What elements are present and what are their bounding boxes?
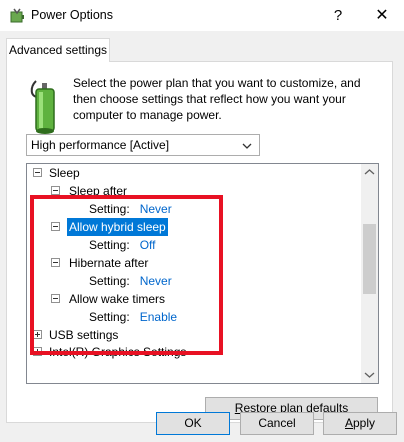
- tree-item-label-selected: Allow hybrid sleep: [67, 218, 168, 236]
- setting-row-wake-timers[interactable]: Setting: Enable: [89, 308, 177, 326]
- collapse-icon[interactable]: [51, 186, 60, 195]
- title-bar: Power Options ? ✕: [0, 0, 404, 31]
- ok-button[interactable]: OK: [156, 412, 230, 435]
- instructions-text: Select the power plan that you want to c…: [73, 76, 361, 122]
- collapse-icon[interactable]: [51, 294, 60, 303]
- power-plan-select[interactable]: High performance [Active]: [26, 134, 260, 156]
- setting-row-hybrid-sleep[interactable]: Setting: Off: [89, 236, 156, 254]
- setting-label: Setting:: [89, 202, 137, 216]
- tree-item-label: USB settings: [49, 328, 119, 342]
- expand-icon[interactable]: [33, 330, 42, 339]
- tree-item-label: Intel(R) Graphics Settings: [49, 345, 187, 359]
- scroll-down-icon[interactable]: [361, 366, 378, 383]
- setting-label: Setting:: [89, 238, 137, 252]
- tab-advanced-settings[interactable]: Advanced settings: [6, 38, 110, 62]
- setting-row-hibernate-after[interactable]: Setting: Never: [89, 272, 172, 290]
- collapse-icon[interactable]: [33, 168, 42, 177]
- chevron-down-icon[interactable]: [241, 138, 253, 154]
- setting-value[interactable]: Never: [140, 202, 172, 216]
- close-icon[interactable]: ✕: [362, 0, 402, 31]
- setting-value[interactable]: Enable: [140, 310, 177, 324]
- apply-button[interactable]: Apply: [323, 412, 397, 435]
- setting-label: Setting:: [89, 274, 137, 288]
- power-options-icon: [10, 8, 24, 23]
- help-icon[interactable]: ?: [318, 0, 358, 31]
- button-label: pply: [353, 416, 376, 430]
- expand-icon[interactable]: [33, 347, 42, 356]
- setting-row-sleep-after[interactable]: Setting: Never: [89, 200, 172, 218]
- setting-label: Setting:: [89, 310, 137, 324]
- settings-tree[interactable]: Sleep Sleep after Setting: Never Allow h…: [26, 163, 379, 384]
- vertical-scrollbar[interactable]: [361, 164, 378, 383]
- scroll-up-icon[interactable]: [361, 164, 378, 181]
- power-plan-value: High performance [Active]: [31, 138, 170, 152]
- setting-value[interactable]: Off: [140, 238, 156, 252]
- tree-item-label: Hibernate after: [69, 256, 149, 270]
- tree-item-label: Sleep: [49, 166, 80, 180]
- button-mnemonic: A: [344, 416, 353, 430]
- window-title: Power Options: [31, 8, 113, 22]
- tree-item-label: Allow wake timers: [69, 292, 166, 306]
- cancel-button[interactable]: Cancel: [240, 412, 314, 435]
- scroll-thumb[interactable]: [363, 224, 376, 294]
- battery-plug-icon: [30, 80, 55, 134]
- collapse-icon[interactable]: [51, 222, 60, 231]
- setting-value[interactable]: Never: [140, 274, 172, 288]
- dialog-body: Advanced settings Select the power plan …: [0, 31, 404, 442]
- collapse-icon[interactable]: [51, 258, 60, 267]
- tree-item-label: Sleep after: [69, 184, 128, 198]
